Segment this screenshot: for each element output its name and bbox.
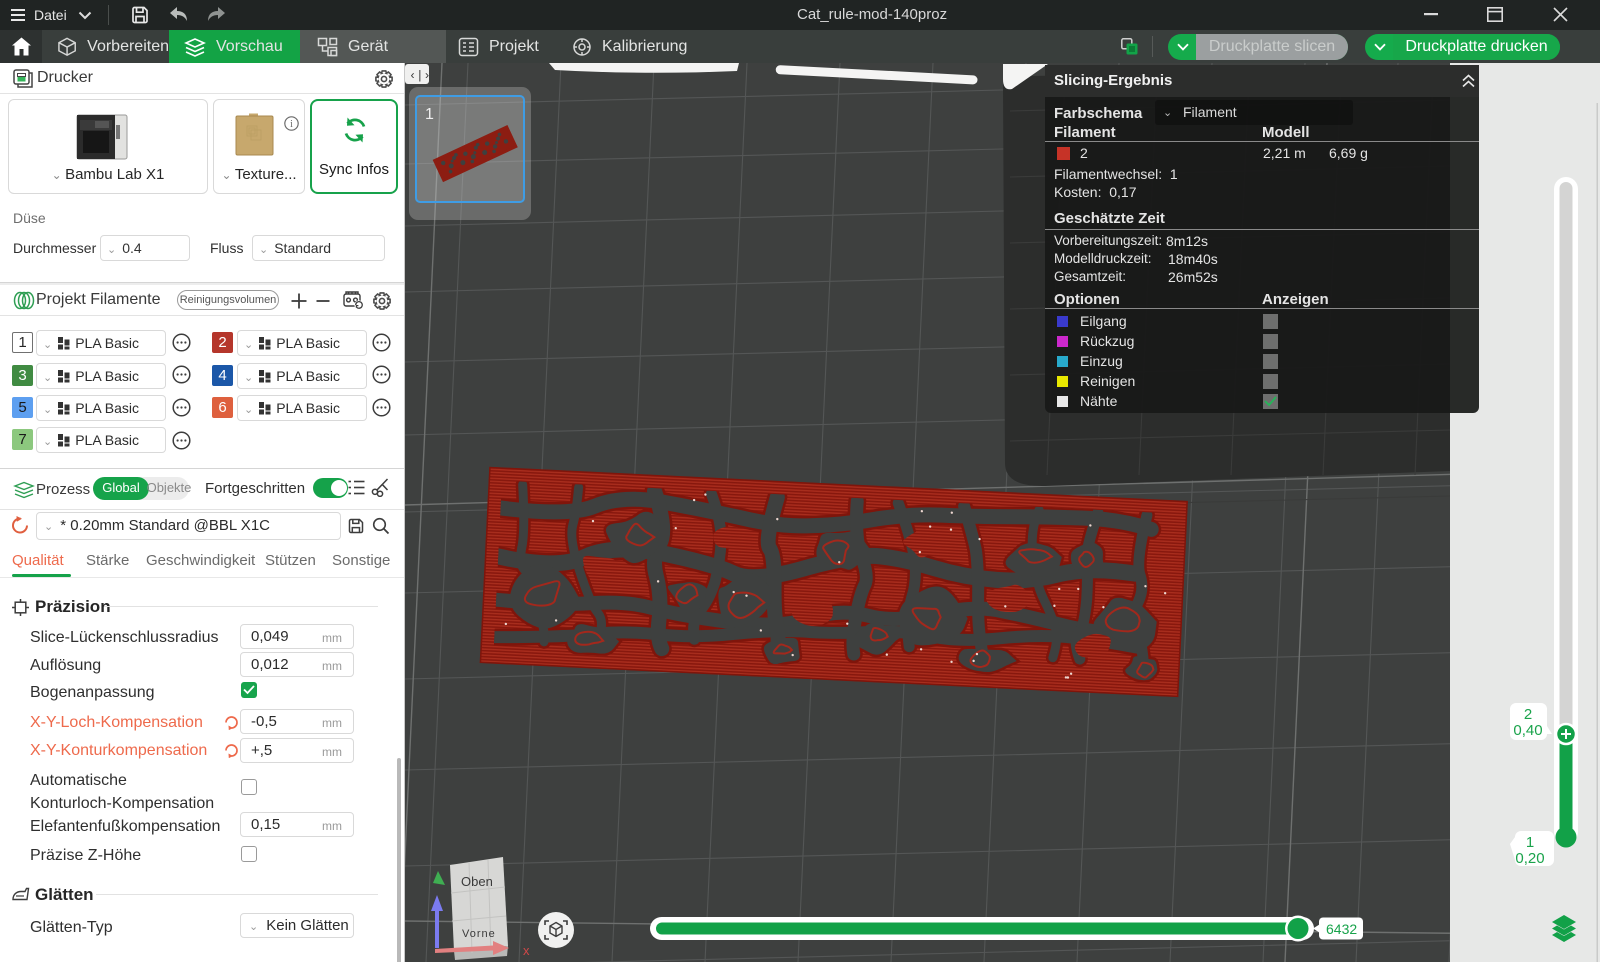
svg-text:i: i xyxy=(290,119,293,130)
svg-text:6432: 6432 xyxy=(1326,921,1357,937)
svg-text:1: 1 xyxy=(1526,834,1534,851)
svg-text:0,40: 0,40 xyxy=(1513,722,1542,739)
svg-text:x: x xyxy=(523,943,530,958)
svg-text:0,20: 0,20 xyxy=(1515,850,1544,867)
svg-text:‹|›: ‹|› xyxy=(409,69,431,83)
svg-text:Oben: Oben xyxy=(461,874,493,889)
svg-text:Vorne: Vorne xyxy=(462,928,496,940)
svg-text:1: 1 xyxy=(425,106,434,123)
svg-text:2: 2 xyxy=(1524,706,1532,723)
